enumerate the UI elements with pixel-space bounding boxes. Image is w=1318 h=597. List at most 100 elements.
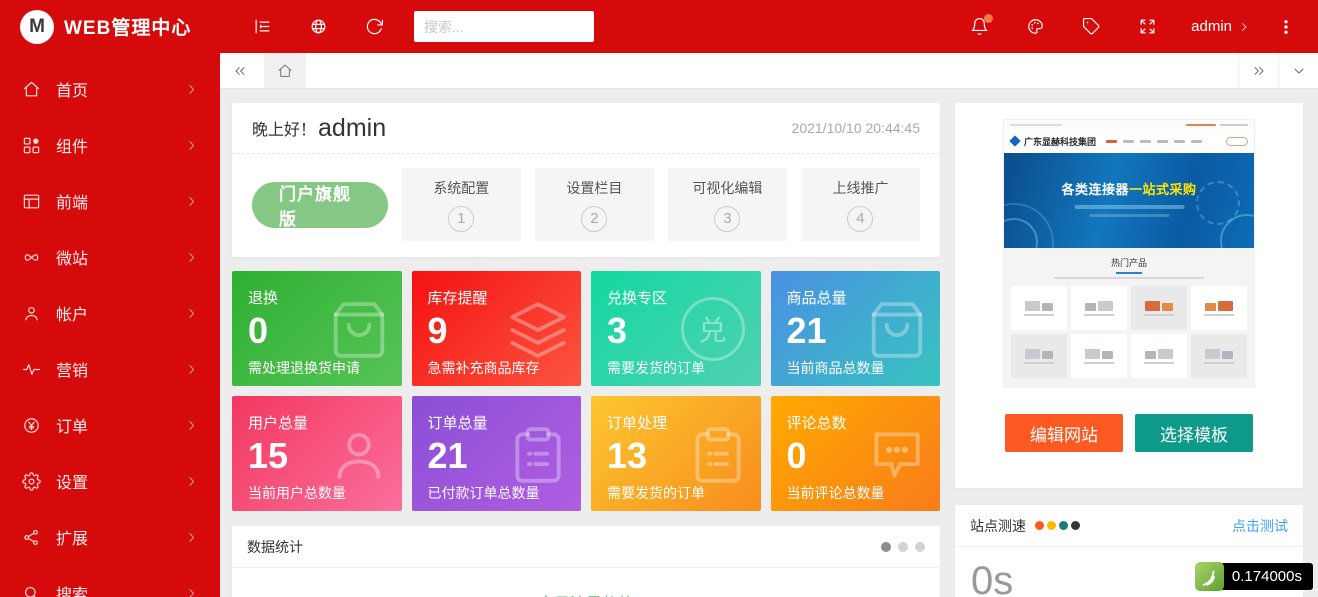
step-card-system-config[interactable]: 系统配置 1 <box>402 168 521 241</box>
version-badge[interactable]: 门户旗舰版 <box>252 182 388 228</box>
sidebar-item-settings[interactable]: 设置 <box>0 453 220 509</box>
carousel-dot[interactable] <box>898 542 908 552</box>
user-icon <box>22 304 41 323</box>
chevron-down-icon <box>1291 63 1307 79</box>
preview-product-thumb <box>1071 286 1127 330</box>
clipboard-icon <box>507 424 569 486</box>
notification-dot <box>984 14 993 23</box>
sidebar-item-label: 搜索 <box>56 581 185 597</box>
stat-card[interactable]: 库存提醒 9 急需补充商品库存 <box>412 271 582 386</box>
step-number: 4 <box>847 206 873 232</box>
top-header: admin <box>220 0 1318 53</box>
stat-card[interactable]: 兑换专区 3 需要发货的订单 兑 <box>591 271 761 386</box>
carousel-dot[interactable] <box>881 542 891 552</box>
tags-button[interactable] <box>1063 0 1119 53</box>
step-card-columns[interactable]: 设置栏目 2 <box>535 168 654 241</box>
stat-card-grid: 退换 0 需处理退换货申请 库存提醒 9 急需补充商品库存 兑换专区 3 需要发… <box>232 271 940 511</box>
preview-section-caption-placeholder <box>1054 277 1204 279</box>
stat-card[interactable]: 商品总量 21 当前商品总数量 <box>771 271 941 386</box>
exchange-circle-icon: 兑 <box>681 297 745 361</box>
stat-card[interactable]: 退换 0 需处理退换货申请 <box>232 271 402 386</box>
tabs-menu-button[interactable] <box>1278 53 1318 88</box>
tab-bar <box>220 53 1318 89</box>
sidebar-item-components[interactable]: 组件 <box>0 117 220 173</box>
preview-product-thumb <box>1071 334 1127 378</box>
search-icon <box>22 584 41 597</box>
stat-card[interactable]: 订单处理 13 需要发货的订单 <box>591 396 761 511</box>
setup-steps-row: 门户旗舰版 系统配置 1 设置栏目 2 可视化编辑 3 上线推广 <box>232 154 940 257</box>
chevron-right-icon <box>185 363 198 376</box>
step-card-visual-edit[interactable]: 可视化编辑 3 <box>668 168 787 241</box>
sidebar-item-extensions[interactable]: 扩展 <box>0 509 220 565</box>
preview-section-title: 热门产品 <box>1011 256 1247 269</box>
carousel-dots <box>881 542 925 552</box>
sidebar-item-home[interactable]: 首页 <box>0 61 220 117</box>
right-column: 广东显赫科技集团 各类连接器一站式采购 <box>955 103 1303 597</box>
speed-dot <box>1071 521 1080 530</box>
notifications-button[interactable] <box>951 0 1007 53</box>
step-card-go-live[interactable]: 上线推广 4 <box>801 168 920 241</box>
chevron-right-icon <box>185 251 198 264</box>
preview-product-grid <box>1011 286 1247 378</box>
step-label: 设置栏目 <box>566 178 622 198</box>
stat-desc: 当前评论总数量 <box>787 483 925 503</box>
chevron-right-icon <box>185 531 198 544</box>
shopping-bag-icon <box>866 299 928 361</box>
stat-desc: 已付款订单总数量 <box>428 483 566 503</box>
left-column: 晚上好！ admin 2021/10/10 20:44:45 门户旗舰版 系统配… <box>232 103 940 597</box>
fullscreen-button[interactable] <box>1119 0 1175 53</box>
comment-icon <box>866 424 928 486</box>
preview-banner-subtitle-placeholder <box>1089 214 1169 217</box>
sidebar-item-label: 扩展 <box>56 525 185 549</box>
sidebar-item-microsite[interactable]: 微站 <box>0 229 220 285</box>
theme-button[interactable] <box>1007 0 1063 53</box>
tabs-scroll-right-button[interactable] <box>1238 53 1278 88</box>
sidebar-item-label: 设置 <box>56 469 185 493</box>
stat-card[interactable]: 用户总量 15 当前用户总数量 <box>232 396 402 511</box>
stat-card[interactable]: 订单总量 21 已付款订单总数量 <box>412 396 582 511</box>
stat-desc: 需要发货的订单 <box>607 358 745 378</box>
brand[interactable]: M WEB管理中心 <box>0 0 220 53</box>
preview-banner-text: 各类连接器一站式采购 <box>1061 179 1196 217</box>
sidebar-menu: 首页 组件 前端 微站 帐户 <box>0 53 220 597</box>
tab-strip <box>306 53 1238 88</box>
stat-card[interactable]: 评论总数 0 当前评论总数量 <box>771 396 941 511</box>
sidebar-item-label: 营销 <box>56 357 185 381</box>
user-menu[interactable]: admin <box>1175 0 1266 53</box>
sidebar-item-orders[interactable]: 订单 <box>0 397 220 453</box>
more-menu-button[interactable] <box>1266 0 1306 53</box>
carousel-dot[interactable] <box>915 542 925 552</box>
search-input[interactable] <box>414 11 594 42</box>
brand-title: WEB管理中心 <box>64 13 191 40</box>
sidebar-item-label: 首页 <box>56 77 185 101</box>
language-button[interactable] <box>290 0 346 53</box>
sidebar-item-frontend[interactable]: 前端 <box>0 173 220 229</box>
sidebar-item-search[interactable]: 搜索 <box>0 565 220 597</box>
stat-desc: 需处理退换货申请 <box>248 358 386 378</box>
header-left-icons <box>234 0 402 53</box>
preview-banner-subtitle-placeholder <box>1074 205 1184 209</box>
kebab-icon <box>1277 18 1295 36</box>
site-speed-title-row: 站点测速 <box>970 516 1080 536</box>
yen-circle-icon <box>22 416 41 435</box>
run-speed-test-link[interactable]: 点击测试 <box>1232 516 1288 536</box>
refresh-button[interactable] <box>346 0 402 53</box>
collapse-sidebar-button[interactable] <box>234 0 290 53</box>
chevrons-left-icon <box>232 63 248 79</box>
site-preview-thumbnail[interactable]: 广东显赫科技集团 各类连接器一站式采购 <box>1004 120 1254 387</box>
chevron-right-icon <box>185 83 198 96</box>
tab-home[interactable] <box>264 53 306 88</box>
preview-topbar <box>1004 120 1254 129</box>
preview-site-header: 广东显赫科技集团 <box>1004 129 1254 153</box>
choose-template-button[interactable]: 选择模板 <box>1135 414 1253 452</box>
sidebar-item-label: 帐户 <box>56 301 185 325</box>
clipboard-icon <box>687 424 749 486</box>
tabs-scroll-left-button[interactable] <box>220 53 260 88</box>
speed-dot <box>1035 521 1044 530</box>
sidebar-item-account[interactable]: 帐户 <box>0 285 220 341</box>
sidebar-item-marketing[interactable]: 营销 <box>0 341 220 397</box>
edit-site-button[interactable]: 编辑网站 <box>1005 414 1123 452</box>
preview-product-thumb <box>1011 334 1067 378</box>
performance-time: 0.174000s <box>1220 563 1313 590</box>
preview-product-thumb <box>1191 334 1247 378</box>
